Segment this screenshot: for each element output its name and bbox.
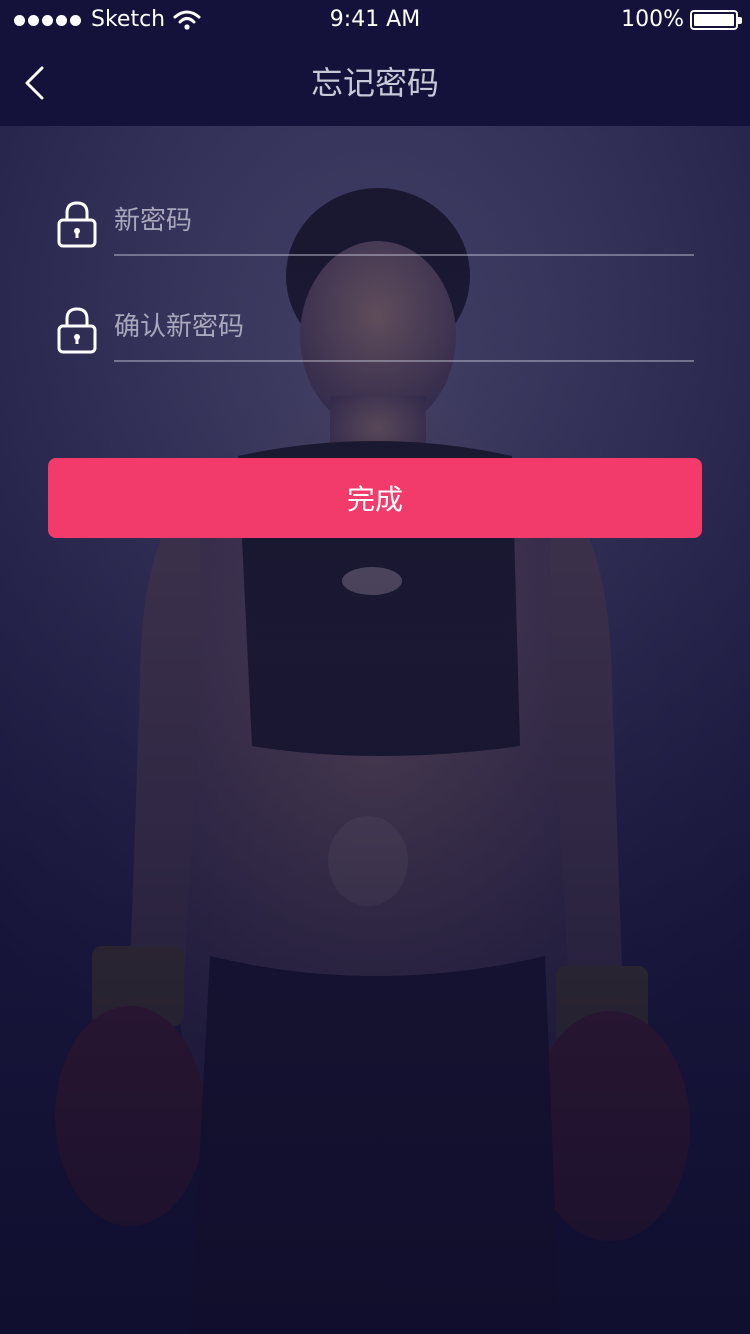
battery-level-fill	[694, 14, 734, 26]
navigation-bar: 忘记密码	[0, 40, 750, 126]
confirm-password-field	[56, 296, 696, 376]
new-password-input[interactable]	[114, 190, 694, 252]
submit-button[interactable]: 完成	[48, 458, 702, 538]
lock-icon	[57, 307, 97, 354]
new-password-field	[56, 190, 696, 270]
lock-icon	[57, 201, 97, 248]
status-bar: Sketch 9:41 AM 100%	[0, 0, 750, 40]
page-title: 忘记密码	[310, 64, 439, 102]
confirm-password-input[interactable]	[114, 296, 694, 358]
battery-percentage: 100%	[621, 7, 684, 32]
input-underline	[114, 254, 694, 256]
input-underline	[114, 360, 694, 362]
forgot-password-screen: Sketch 9:41 AM 100% 忘记密码 完成	[0, 0, 750, 1334]
battery-icon	[690, 10, 742, 30]
